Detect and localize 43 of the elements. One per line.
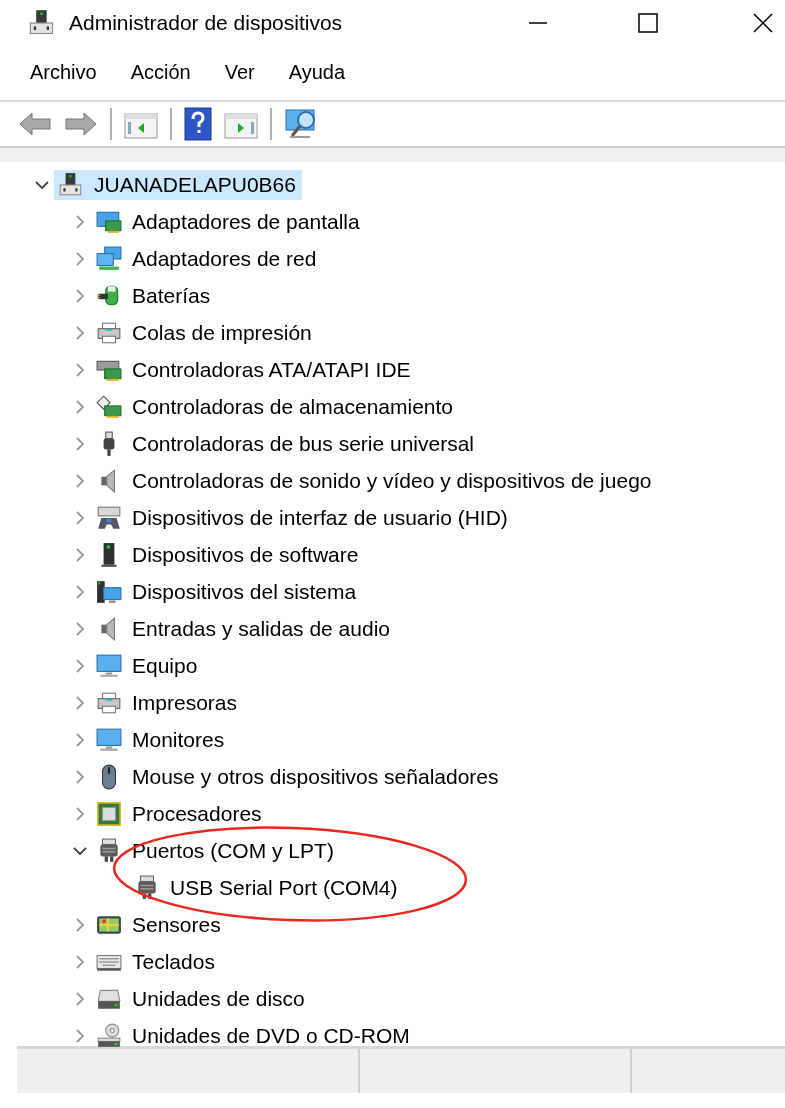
- maximize-icon[interactable]: [638, 12, 658, 33]
- window-title: Administrador de dispositivos: [69, 10, 344, 35]
- tree-item[interactable]: Adaptadores de pantalla: [92, 206, 366, 237]
- forward-arrow-icon[interactable]: [64, 111, 98, 137]
- tree-item[interactable]: Entradas y salidas de audio: [92, 613, 396, 644]
- back-arrow-icon[interactable]: [18, 111, 52, 137]
- menu-item[interactable]: Acción: [120, 57, 201, 88]
- computer-icon: [28, 8, 56, 37]
- tree-item[interactable]: Sensores: [92, 909, 227, 940]
- menu-item[interactable]: Ayuda: [278, 57, 356, 88]
- tree-item[interactable]: Dispositivos de interfaz de usuario (HID): [92, 502, 514, 533]
- tree-item[interactable]: Controladoras de almacenamiento: [92, 391, 460, 422]
- monitor-icon: [96, 652, 122, 679]
- tree-item[interactable]: Dispositivos del sistema: [92, 576, 363, 607]
- computer-icon: [58, 171, 84, 198]
- tree-item[interactable]: Puertos (COM y LPT): [92, 835, 340, 866]
- input-devices-icon: [96, 504, 122, 531]
- network-icon: [96, 245, 122, 272]
- tree-item[interactable]: Unidades de DVD o CD-ROM: [92, 1020, 416, 1051]
- help-icon[interactable]: [184, 107, 212, 141]
- tree-item[interactable]: Adaptadores de red: [92, 243, 323, 274]
- tree-item[interactable]: Baterías: [92, 280, 217, 311]
- tree-item[interactable]: Controladoras de sonido y vídeo y dispositivos de juego: [92, 465, 658, 496]
- tree-item[interactable]: Controladoras ATA/ATAPI IDE: [92, 354, 417, 385]
- tree-item[interactable]: Dispositivos de software: [92, 539, 365, 570]
- monitor-icon: [96, 726, 122, 753]
- tree-item[interactable]: JUANADELAPU0B66: [54, 169, 302, 200]
- system-icon: [96, 578, 122, 605]
- tree-item[interactable]: Equipo: [92, 650, 204, 681]
- close-icon[interactable]: [753, 12, 773, 33]
- menu-item[interactable]: Ver: [214, 57, 265, 88]
- tree-item[interactable]: Procesadores: [92, 798, 268, 829]
- menu-item[interactable]: Archivo: [20, 57, 107, 88]
- tree-item[interactable]: Impresoras: [92, 687, 244, 718]
- tree-item[interactable]: Unidades de disco: [92, 983, 311, 1014]
- tree-item[interactable]: Colas de impresión: [92, 317, 318, 348]
- tree-item[interactable]: Teclados: [92, 946, 221, 977]
- tree-item[interactable]: Monitores: [92, 724, 231, 755]
- chip-icon: [96, 800, 122, 827]
- tree-item[interactable]: Mouse y otros dispositivos señaladores: [92, 761, 505, 792]
- tree-item[interactable]: USB Serial Port (COM4): [130, 872, 404, 903]
- tree-item[interactable]: Controladoras de bus serie universal: [92, 428, 481, 459]
- storage-controller-icon: [96, 393, 122, 420]
